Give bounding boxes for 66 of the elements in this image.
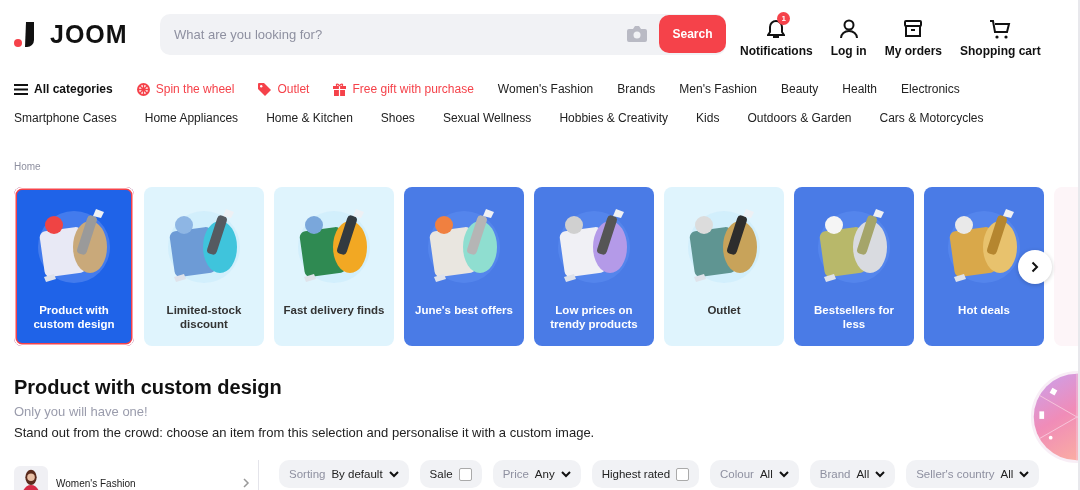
- nav-link[interactable]: Hobbies & Creativity: [559, 111, 669, 125]
- header-action-button[interactable]: Shopping cart: [960, 10, 1041, 58]
- category-tile[interactable]: Product with custom design: [14, 187, 134, 346]
- gift-icon: [333, 82, 347, 96]
- filter-chip[interactable]: Seller's country All: [906, 460, 1040, 488]
- nav-link[interactable]: Shoes: [380, 111, 415, 125]
- nav-link[interactable]: Outlet: [258, 82, 310, 96]
- nav-link[interactable]: Beauty: [781, 82, 819, 96]
- nav-link[interactable]: Home Appliances: [144, 111, 239, 125]
- chevron-down-icon: [778, 470, 789, 478]
- filter-chip[interactable]: Sorting By default: [279, 460, 409, 488]
- header-action-button[interactable]: 1 Notifications: [740, 10, 813, 58]
- bell-icon: [767, 18, 786, 39]
- category-tile[interactable]: Fast delivery finds: [274, 187, 394, 346]
- chevron-down-icon: [388, 470, 399, 478]
- search-button[interactable]: Search: [659, 15, 726, 53]
- chevron-right-icon: [1031, 261, 1039, 273]
- header-action-button[interactable]: Log in: [830, 10, 867, 58]
- notification-badge: 1: [777, 11, 791, 25]
- nav-link[interactable]: All categories: [14, 82, 113, 96]
- nav-link[interactable]: Outdoors & Garden: [747, 111, 852, 125]
- chevron-down-icon: [560, 470, 571, 478]
- search-field[interactable]: What are you looking for? Search: [160, 13, 726, 55]
- next-button[interactable]: [1018, 250, 1052, 284]
- nav-link[interactable]: Electronics: [901, 82, 960, 96]
- menu-icon: [14, 83, 28, 95]
- camera-icon[interactable]: [627, 26, 647, 42]
- category-tile[interactable]: Limited-stock discount: [144, 187, 264, 346]
- filter-chip[interactable]: Highest rated: [591, 460, 700, 488]
- chevron-down-icon: [1019, 470, 1030, 478]
- checkbox[interactable]: [676, 467, 690, 481]
- logo-icon: [14, 20, 36, 48]
- checkbox[interactable]: [458, 467, 472, 481]
- filter-chip[interactable]: Brand All: [809, 460, 896, 488]
- chevron-down-icon: [875, 470, 886, 478]
- filter-chip[interactable]: Colour All: [710, 460, 799, 488]
- wheel-icon: [136, 82, 150, 96]
- nav-link[interactable]: Free gift with purchase: [333, 82, 474, 96]
- user-icon: [838, 18, 859, 39]
- box-icon: [903, 18, 924, 39]
- section-description: Stand out from the crowd: choose an item from this selection and personalise it with a custom image.: [14, 425, 596, 440]
- filter-chip[interactable]: Price Any: [492, 460, 581, 488]
- nav-link[interactable]: Kids: [696, 111, 720, 125]
- nav-link[interactable]: Home & Kitchen: [266, 111, 353, 125]
- category-tile[interactable]: Outlet: [664, 187, 784, 346]
- nav-link[interactable]: Brands: [617, 82, 656, 96]
- header-action-button[interactable]: My orders: [884, 10, 943, 58]
- section-title: Product with custom design: [14, 375, 283, 400]
- sidebar-item[interactable]: Women's Fashion: [14, 460, 250, 490]
- nav-link[interactable]: Women's Fashion: [497, 82, 594, 96]
- logo-text[interactable]: JOOM: [50, 19, 128, 49]
- nav-link[interactable]: Sexual Wellness: [442, 111, 532, 125]
- category-tile[interactable]: Low prices on trendy products: [534, 187, 654, 346]
- nav-link[interactable]: Health: [842, 82, 878, 96]
- filter-chip[interactable]: Sale: [419, 460, 482, 488]
- category-tile[interactable]: June's best offers: [404, 187, 524, 346]
- section-subtitle: Only you will have one!: [14, 404, 149, 419]
- tag-icon: [258, 82, 272, 96]
- nav-link[interactable]: Cars & Motorcycles: [879, 111, 984, 125]
- nav-link[interactable]: Spin the wheel: [136, 82, 235, 96]
- category-tile[interactable]: Hot deals: [924, 187, 1044, 346]
- category-tile[interactable]: Bestsellers for less: [794, 187, 914, 346]
- nav-link[interactable]: Smartphone Cases: [14, 111, 117, 125]
- cart-icon: [989, 18, 1012, 39]
- chevron-right-icon: [243, 478, 250, 488]
- nav-link[interactable]: Men's Fashion: [679, 82, 757, 96]
